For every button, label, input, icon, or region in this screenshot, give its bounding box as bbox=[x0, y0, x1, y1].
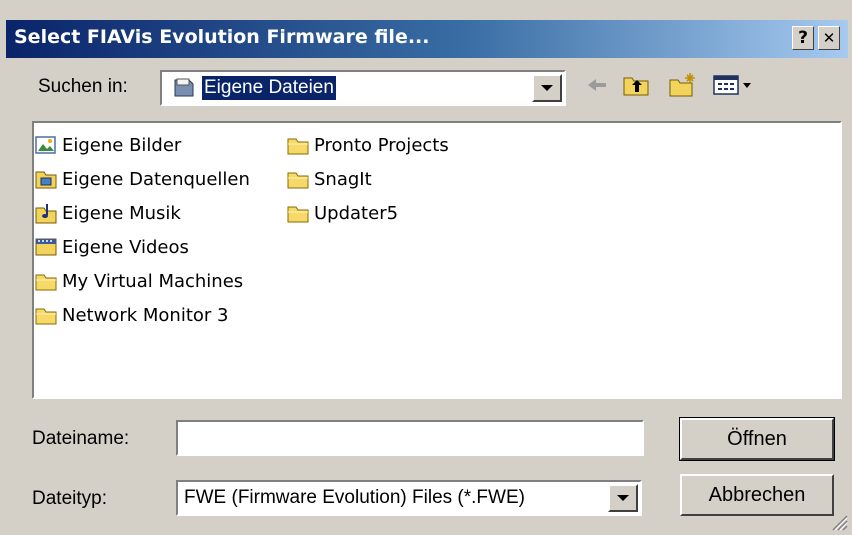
dialog-title: Select FIAVis Evolution Firmware file... bbox=[14, 26, 430, 48]
pictures-folder-icon bbox=[35, 136, 56, 154]
chevron-down-icon bbox=[541, 85, 553, 91]
view-menu-icon[interactable] bbox=[712, 72, 756, 102]
datasource-folder-icon bbox=[35, 171, 57, 189]
item-label: Pronto Projects bbox=[314, 134, 449, 156]
back-arrow-icon[interactable] bbox=[584, 72, 610, 102]
title-bar[interactable]: Select FIAVis Evolution Firmware file...… bbox=[6, 20, 848, 58]
file-list[interactable]: Eigene Bilder Eigene Datenquellen Eigene… bbox=[32, 121, 842, 399]
folder-icon bbox=[287, 172, 309, 189]
item-label: Eigene Musik bbox=[62, 202, 181, 224]
list-item[interactable]: Eigene Musik bbox=[34, 201, 181, 225]
list-item[interactable]: My Virtual Machines bbox=[34, 269, 243, 293]
chevron-down-icon bbox=[617, 495, 629, 501]
video-folder-icon bbox=[35, 238, 57, 256]
lookin-dropdown-button[interactable] bbox=[532, 74, 562, 102]
item-label: Updater5 bbox=[314, 202, 399, 224]
filename-input[interactable] bbox=[176, 420, 644, 456]
resize-grip-icon[interactable] bbox=[830, 513, 848, 531]
list-item[interactable]: Updater5 bbox=[286, 201, 398, 225]
close-button[interactable]: ✕ bbox=[818, 26, 840, 50]
item-label: My Virtual Machines bbox=[62, 270, 244, 292]
filetype-value: FWE (Firmware Evolution) Files (*.FWE) bbox=[184, 487, 525, 508]
item-label: Eigene Datenquellen bbox=[62, 168, 250, 190]
item-label: Eigene Bilder bbox=[62, 134, 182, 156]
folder-icon bbox=[287, 138, 309, 155]
open-button[interactable]: Öffnen bbox=[679, 417, 835, 461]
list-item[interactable]: SnagIt bbox=[286, 167, 372, 191]
filetype-label: Dateityp: bbox=[32, 488, 107, 509]
lookin-value: Eigene Dateien bbox=[202, 76, 336, 100]
music-folder-icon bbox=[35, 204, 57, 224]
item-label: Network Monitor 3 bbox=[62, 304, 229, 326]
list-item[interactable]: Network Monitor 3 bbox=[34, 303, 228, 327]
item-label: SnagIt bbox=[314, 168, 372, 190]
help-button[interactable]: ? bbox=[792, 26, 814, 50]
lookin-label: Suchen in: bbox=[38, 76, 128, 97]
lookin-combo[interactable]: Eigene Dateien bbox=[160, 70, 566, 106]
folder-icon bbox=[35, 308, 57, 325]
cancel-button[interactable]: Abbrechen bbox=[680, 474, 834, 516]
list-item[interactable]: Eigene Videos bbox=[34, 235, 189, 259]
item-label: Eigene Videos bbox=[62, 236, 189, 258]
my-documents-icon bbox=[172, 76, 196, 104]
list-item[interactable]: Eigene Datenquellen bbox=[34, 167, 250, 191]
up-folder-icon[interactable] bbox=[622, 72, 650, 102]
filetype-combo[interactable]: FWE (Firmware Evolution) Files (*.FWE) bbox=[176, 480, 642, 516]
folder-icon bbox=[287, 206, 309, 223]
file-open-dialog: Select FIAVis Evolution Firmware file...… bbox=[0, 0, 852, 535]
list-item[interactable]: Pronto Projects bbox=[286, 133, 449, 157]
list-item[interactable]: Eigene Bilder bbox=[34, 133, 181, 157]
filetype-dropdown-button[interactable] bbox=[608, 484, 638, 512]
new-folder-icon[interactable] bbox=[668, 72, 698, 102]
folder-icon bbox=[35, 274, 57, 291]
filename-label: Dateiname: bbox=[32, 428, 130, 449]
